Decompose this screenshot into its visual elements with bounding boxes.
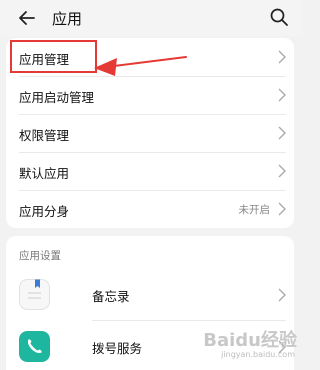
notepad-icon (19, 279, 50, 310)
app-settings-screen: 应用 应用管理 应用启动管理 权限管理 默认应用 应用分身 未开启 应用设置 备… (0, 0, 303, 370)
chevron-right-icon (278, 164, 286, 178)
chevron-right-icon (278, 202, 286, 216)
app-item-label: 拨号服务 (92, 341, 143, 356)
menu-item-app-startup[interactable]: 应用启动管理 (6, 76, 294, 114)
section-title: 应用设置 (19, 250, 61, 262)
page-title: 应用 (52, 10, 83, 28)
menu-item-label: 默认应用 (19, 166, 70, 181)
menu-item-label: 权限管理 (19, 128, 70, 143)
app-item-label: 备忘录 (92, 289, 130, 304)
top-bar: 应用 (0, 0, 303, 36)
annotation-arrow-icon (94, 56, 187, 76)
watermark-url: jingyan.baidu.com (221, 350, 295, 359)
status-text: 未开启 (238, 204, 271, 216)
menu-item-label: 应用分身 (19, 204, 70, 219)
highlight-box (10, 40, 97, 73)
chevron-right-icon (278, 126, 286, 140)
phone-icon (19, 331, 50, 362)
menu-item-permissions[interactable]: 权限管理 (6, 114, 294, 152)
chevron-right-icon (278, 88, 286, 102)
watermark-logo: Baidu经验 (203, 330, 297, 351)
menu-item-label: 应用启动管理 (19, 90, 95, 105)
back-arrow-icon[interactable] (16, 7, 38, 29)
watermark: Baidu经验 jingyan.baidu.com (189, 322, 297, 364)
app-item-notes[interactable]: 备忘录 (6, 272, 294, 318)
search-icon[interactable] (269, 7, 289, 27)
menu-item-default-apps[interactable]: 默认应用 (6, 152, 294, 190)
divider (92, 320, 286, 321)
chevron-right-icon (278, 288, 286, 302)
chevron-right-icon (278, 50, 286, 64)
menu-item-app-twin[interactable]: 应用分身 未开启 (6, 190, 294, 228)
